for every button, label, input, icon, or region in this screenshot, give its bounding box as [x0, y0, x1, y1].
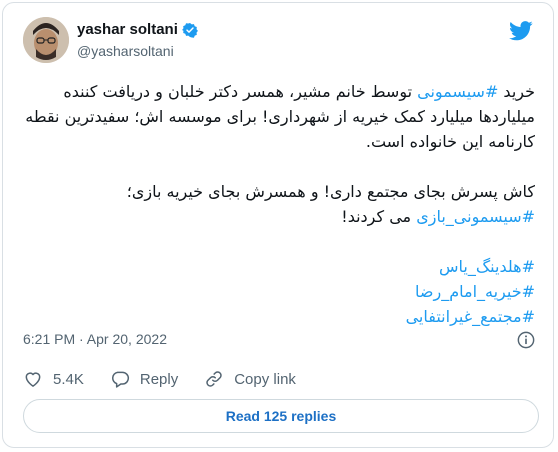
- tweet-body: خرید #سیسمونی توسط خانم مشیر، همسر دکتر …: [21, 79, 535, 329]
- hashtag-link[interactable]: #سیسمونی: [417, 82, 498, 101]
- hashtag-link[interactable]: #هلدینگ_یاس: [21, 254, 535, 279]
- tweet-text: خرید: [498, 82, 535, 101]
- avatar[interactable]: [23, 17, 69, 63]
- tweet-timestamp[interactable]: 6:21 PM · Apr 20, 2022: [23, 331, 167, 347]
- reply-label: Reply: [139, 370, 179, 388]
- tweet-text: می کردند!: [341, 207, 417, 226]
- hashtag-link[interactable]: #خیریه_امام_رضا: [21, 279, 535, 304]
- tweet-text: کاش پسرش بجای مجتمع داری! و همسرش بجای خ…: [126, 182, 535, 201]
- hashtag-link[interactable]: #سیسمونی_بازی: [416, 207, 535, 226]
- tweet-paragraph-2: کاش پسرش بجای مجتمع داری! و همسرش بجای خ…: [21, 179, 535, 229]
- author-name[interactable]: yashar soltani: [77, 21, 178, 38]
- hashtag-link[interactable]: #مجتمع_غیرانتفایی: [21, 304, 535, 329]
- verified-badge-icon: [181, 22, 198, 38]
- reply-button[interactable]: Reply: [110, 369, 178, 389]
- reply-icon: [111, 371, 129, 388]
- twitter-bird-icon[interactable]: [509, 21, 533, 41]
- copy-link-button[interactable]: Copy link: [204, 369, 296, 389]
- like-button[interactable]: 5.4K: [23, 369, 84, 389]
- tweet-paragraph-1: خرید #سیسمونی توسط خانم مشیر، همسر دکتر …: [21, 79, 535, 154]
- copy-link-label: Copy link: [234, 370, 296, 388]
- link-icon: [206, 371, 222, 387]
- heart-icon: [25, 372, 41, 387]
- tweet-card: yashar soltani @yasharsoltani خرید #سیسم…: [2, 2, 554, 448]
- read-replies-button[interactable]: Read 125 replies: [23, 399, 539, 433]
- tweet-actions: 5.4K Reply Copy link: [23, 369, 322, 389]
- author-handle[interactable]: @yasharsoltani: [77, 43, 174, 59]
- like-count: 5.4K: [53, 370, 84, 388]
- info-icon[interactable]: [517, 331, 535, 349]
